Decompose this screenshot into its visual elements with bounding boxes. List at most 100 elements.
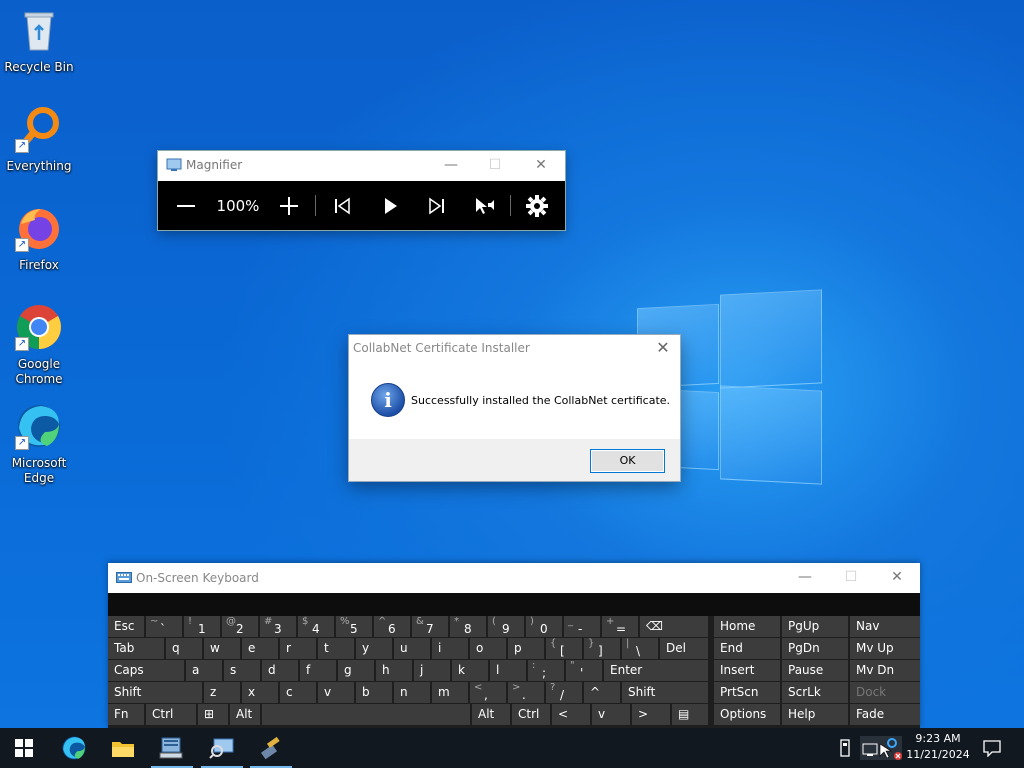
taskbar-server-manager[interactable] xyxy=(148,728,196,768)
tray-network-volume[interactable] xyxy=(860,736,902,760)
key-sym[interactable]: :; xyxy=(528,660,564,681)
key-k[interactable]: k xyxy=(452,660,488,681)
taskbar-pinned-app[interactable] xyxy=(247,728,295,768)
key-u[interactable]: u xyxy=(394,638,430,659)
key-10[interactable]: (9 xyxy=(488,616,524,637)
key-sym[interactable]: ? / xyxy=(546,682,582,703)
key-left-shift[interactable]: Shift xyxy=(108,682,202,703)
usb-tray-icon[interactable] xyxy=(838,738,854,758)
key-right-shift[interactable]: Shift xyxy=(622,682,708,703)
key-x[interactable]: x xyxy=(242,682,278,703)
key-end[interactable]: End xyxy=(714,638,780,659)
key-d[interactable]: d xyxy=(262,660,298,681)
key-prtscn[interactable]: PrtScn xyxy=(714,682,780,703)
key-arrow-down[interactable]: v xyxy=(592,704,630,725)
desktop-icon-chrome[interactable]: ↗ Google Chrome xyxy=(4,303,74,387)
key-ctrl-right[interactable]: Ctrl xyxy=(512,704,550,725)
close-button[interactable]: ✕ xyxy=(530,155,552,175)
key-w[interactable]: w xyxy=(204,638,240,659)
key-t[interactable]: t xyxy=(318,638,354,659)
key-b[interactable]: b xyxy=(356,682,392,703)
key-options[interactable]: Options xyxy=(714,704,780,725)
key-tab[interactable]: Tab xyxy=(108,638,164,659)
key-windows[interactable]: ⊞ xyxy=(198,704,228,725)
key-arrow-left[interactable]: < xyxy=(552,704,590,725)
key-h[interactable]: h xyxy=(376,660,412,681)
play-button[interactable] xyxy=(376,181,404,230)
action-center-button[interactable] xyxy=(976,728,1008,768)
key-pgup[interactable]: PgUp xyxy=(782,616,848,637)
key-3[interactable]: @2 xyxy=(222,616,258,637)
key-sym[interactable]: <, xyxy=(470,682,506,703)
key-g[interactable]: g xyxy=(338,660,374,681)
taskbar-file-explorer[interactable] xyxy=(99,728,147,768)
minimize-button[interactable]: — xyxy=(440,155,462,175)
desktop-icon-firefox[interactable]: ↗ Firefox xyxy=(4,204,74,273)
key-sym[interactable]: {[ xyxy=(546,638,582,659)
key-2[interactable]: ! 1 xyxy=(184,616,220,637)
previous-button[interactable] xyxy=(328,181,356,230)
key-space[interactable] xyxy=(262,704,470,725)
taskbar-clock[interactable]: 9:23 AM 11/21/2024 xyxy=(904,731,972,763)
key-ctrl[interactable]: Ctrl xyxy=(146,704,196,725)
key-sym[interactable]: }] xyxy=(584,638,620,659)
key-n[interactable]: n xyxy=(394,682,430,703)
key-pgdn[interactable]: PgDn xyxy=(782,638,848,659)
key-1[interactable]: ~ ` xyxy=(146,616,182,637)
key-arrow-right[interactable]: > xyxy=(632,704,670,725)
key-e[interactable]: e xyxy=(242,638,278,659)
key-scrlk[interactable]: ScrLk xyxy=(782,682,848,703)
key-p[interactable]: p xyxy=(508,638,544,659)
osk-minimize-button[interactable]: — xyxy=(794,567,816,587)
key-home[interactable]: Home xyxy=(714,616,780,637)
key-fn[interactable]: Fn xyxy=(108,704,144,725)
key-help[interactable]: Help xyxy=(782,704,848,725)
dialog-close-button[interactable]: ✕ xyxy=(652,338,674,357)
key-arrow-up[interactable]: ^ xyxy=(584,682,620,703)
key-sym[interactable]: | \ xyxy=(622,638,658,659)
key-i[interactable]: i xyxy=(432,638,468,659)
key-insert[interactable]: Insert xyxy=(714,660,780,681)
osk-close-button[interactable]: ✕ xyxy=(886,567,908,587)
key-fade[interactable]: Fade xyxy=(850,704,920,725)
key-backspace[interactable]: ⌫ xyxy=(640,616,708,637)
key-8[interactable]: & 7 xyxy=(412,616,448,637)
key-5[interactable]: $4 xyxy=(298,616,334,637)
zoom-in-button[interactable] xyxy=(275,181,303,230)
start-button[interactable] xyxy=(0,728,48,768)
key-q[interactable]: q xyxy=(166,638,202,659)
key-12[interactable]: _ - xyxy=(564,616,600,637)
key-4[interactable]: #3 xyxy=(260,616,296,637)
key-nav[interactable]: Nav xyxy=(850,616,920,637)
key-13[interactable]: + = xyxy=(602,616,638,637)
key-v[interactable]: v xyxy=(318,682,354,703)
osk-maximize-button[interactable]: ☐ xyxy=(840,567,862,587)
read-from-here-button[interactable] xyxy=(470,181,500,230)
key-11[interactable]: ) 0 xyxy=(526,616,562,637)
key-esc[interactable]: Esc xyxy=(108,616,144,637)
key-7[interactable]: ^ 6 xyxy=(374,616,410,637)
taskbar-edge[interactable] xyxy=(50,728,98,768)
key-pause[interactable]: Pause xyxy=(782,660,848,681)
key-enter[interactable]: Enter xyxy=(604,660,708,681)
desktop-icon-everything[interactable]: ↗ Everything xyxy=(4,105,74,174)
key-alt[interactable]: Alt xyxy=(230,704,260,725)
key-y[interactable]: y xyxy=(356,638,392,659)
key-j[interactable]: j xyxy=(414,660,450,681)
key-c[interactable]: c xyxy=(280,682,316,703)
key-sym[interactable]: " ' xyxy=(566,660,602,681)
zoom-out-button[interactable] xyxy=(172,181,200,230)
desktop-icon-recycle-bin[interactable]: Recycle Bin xyxy=(4,6,74,75)
taskbar-magnifier[interactable] xyxy=(198,728,246,768)
next-button[interactable] xyxy=(423,181,451,230)
key-caps[interactable]: Caps xyxy=(108,660,184,681)
key-mvup[interactable]: Mv Up xyxy=(850,638,920,659)
key-f[interactable]: f xyxy=(300,660,336,681)
desktop-icon-edge[interactable]: ↗ Microsoft Edge xyxy=(4,402,74,486)
key-a[interactable]: a xyxy=(186,660,222,681)
key-z[interactable]: z xyxy=(204,682,240,703)
key-del[interactable]: Del xyxy=(660,638,708,659)
ok-button[interactable]: OK xyxy=(590,449,665,473)
key-9[interactable]: * 8 xyxy=(450,616,486,637)
key-dock[interactable]: Dock xyxy=(850,682,920,703)
